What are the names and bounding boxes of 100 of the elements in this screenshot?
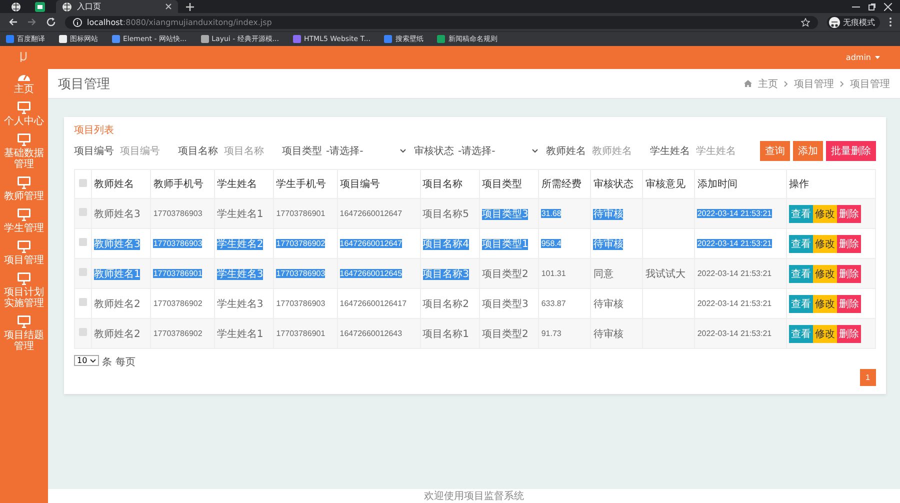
filter-label: 项目类型 (282, 144, 322, 158)
edit-button[interactable]: 修改 (812, 324, 837, 342)
sidebar-item[interactable]: 学生管理 (0, 208, 48, 234)
table-cell: 教师姓名1 (94, 268, 140, 280)
monitor-icon (17, 272, 31, 285)
view-button[interactable]: 查看 (788, 234, 813, 252)
new-tab-icon[interactable] (186, 2, 194, 10)
table-cell: 2022-03-14 21:53:21 (697, 239, 772, 248)
table-cell: 2022-03-14 21:53:21 (697, 209, 772, 218)
restore-icon[interactable] (868, 2, 876, 10)
table-cell: 17703786903 (276, 269, 326, 278)
checkbox[interactable] (79, 268, 87, 276)
view-button[interactable]: 查看 (788, 264, 813, 282)
checkbox[interactable] (79, 178, 87, 186)
edit-button[interactable]: 修改 (812, 234, 837, 252)
info-icon (73, 18, 82, 26)
edit-button[interactable]: 修改 (812, 294, 837, 312)
breadcrumb-link[interactable]: 主页 (758, 76, 778, 90)
user-menu[interactable]: admin (846, 53, 880, 62)
star-icon[interactable] (801, 18, 810, 26)
table-cell: 17703786902 (276, 239, 326, 248)
profile-button[interactable]: 无痕模式 (827, 16, 880, 28)
action-button[interactable]: 添加 (793, 141, 823, 161)
page-title: 项目管理 (58, 76, 111, 92)
monitor-icon (17, 315, 31, 328)
checkbox[interactable] (79, 298, 87, 306)
page-button[interactable]: 1 (860, 369, 876, 386)
checkbox[interactable] (79, 238, 87, 246)
table-cell: 17703786901 (276, 209, 326, 218)
table-cell: 17703786902 (153, 299, 202, 308)
filter-label: 项目名称 (178, 145, 218, 158)
sidebar-item[interactable]: 教师管理 (0, 176, 48, 202)
action-button[interactable]: 查询 (760, 141, 790, 161)
table-cell: 101.31 (541, 269, 566, 278)
sidebar-item[interactable]: 主页 (0, 71, 48, 95)
footer-text: 欢迎使用项目监督系统 (424, 490, 524, 503)
browser-tab[interactable]: 入口页 (56, 0, 178, 13)
checkbox[interactable] (79, 208, 87, 216)
monitor-icon (17, 240, 31, 253)
table-cell: 学生姓名3 (216, 298, 264, 310)
delete-button[interactable]: 批量删除 (826, 141, 876, 161)
table-cell: 31.68 (541, 209, 562, 218)
table-cell: 17703786902 (153, 329, 202, 338)
table-cell: 待审核 (593, 298, 624, 310)
table-cell: 教师姓名3 (94, 238, 140, 250)
reload-icon[interactable] (46, 17, 56, 27)
table-cell: 项目名称4 (422, 238, 470, 250)
bookmark-icon (6, 35, 14, 43)
table-cell: 待审核 (593, 238, 624, 250)
breadcrumb-link[interactable]: 项目管理 (794, 76, 834, 90)
view-button[interactable]: 查看 (788, 324, 813, 342)
sidebar-item[interactable]: 个人中心 (0, 101, 48, 127)
address-field[interactable]: localhost:8080/xiangmujianduxitong/index.jsp (65, 16, 818, 28)
forward-icon[interactable] (27, 17, 37, 27)
menu-icon[interactable] (889, 17, 892, 27)
close-icon[interactable] (165, 3, 172, 10)
edit-button[interactable]: 修改 (812, 204, 837, 222)
chevron-icon (784, 80, 788, 86)
incognito-icon (829, 16, 840, 28)
view-button[interactable]: 查看 (788, 204, 813, 222)
delete-button[interactable]: 删除 (836, 234, 861, 252)
breadcrumb-link[interactable]: 项目管理 (850, 76, 890, 90)
bookmark-icon (437, 35, 446, 43)
table-cell: 17703786901 (153, 269, 202, 278)
table-cell: 91.73 (541, 329, 562, 338)
table-cell: 教师姓名2 (94, 328, 140, 340)
checkbox[interactable] (79, 328, 87, 336)
table-cell: 16472660012647 (340, 239, 402, 248)
delete-button[interactable]: 删除 (836, 264, 861, 282)
monitor-icon (17, 101, 31, 114)
bookmark-icon (293, 35, 302, 43)
table-cell: 2022-03-14 21:53:21 (697, 269, 772, 278)
sidebar-item[interactable]: 基础数据管理 (0, 133, 48, 170)
view-button[interactable]: 查看 (788, 294, 813, 312)
delete-button[interactable]: 删除 (836, 324, 861, 342)
table-cell: 2022-03-14 21:53:21 (697, 329, 772, 338)
sidebar-item[interactable]: 项目计划实施管理 (0, 272, 48, 309)
close-icon[interactable] (884, 2, 892, 10)
delete-button[interactable]: 删除 (836, 204, 861, 222)
chevron-icon (840, 80, 844, 86)
sidebar-item[interactable]: 项目结题管理 (0, 315, 48, 352)
table-cell: 16472660012643 (340, 329, 402, 338)
browser-tab[interactable] (32, 0, 48, 13)
table-cell: 项目类型1 (482, 238, 528, 250)
delete-button[interactable]: 删除 (836, 294, 861, 312)
home-icon (744, 80, 752, 87)
table-cell: 学生姓名2 (216, 238, 264, 250)
table-cell: 17703786903 (153, 209, 202, 218)
filter-label: 教师姓名 (546, 145, 586, 158)
table-cell: 17703786903 (153, 239, 202, 248)
bookmark-icon (59, 35, 67, 43)
filter-label: 审核状态 (414, 144, 454, 158)
sidebar-item[interactable]: 项目管理 (0, 240, 48, 266)
back-icon[interactable] (8, 17, 18, 27)
table-cell: 17703786903 (276, 299, 326, 308)
filter-dropdown[interactable]: -请选择- (458, 144, 538, 158)
filter-dropdown[interactable]: -请选择- (326, 144, 406, 158)
page-size-dropdown[interactable]: 10 (74, 355, 100, 366)
chevron-down-icon (90, 358, 96, 362)
edit-button[interactable]: 修改 (812, 264, 837, 282)
